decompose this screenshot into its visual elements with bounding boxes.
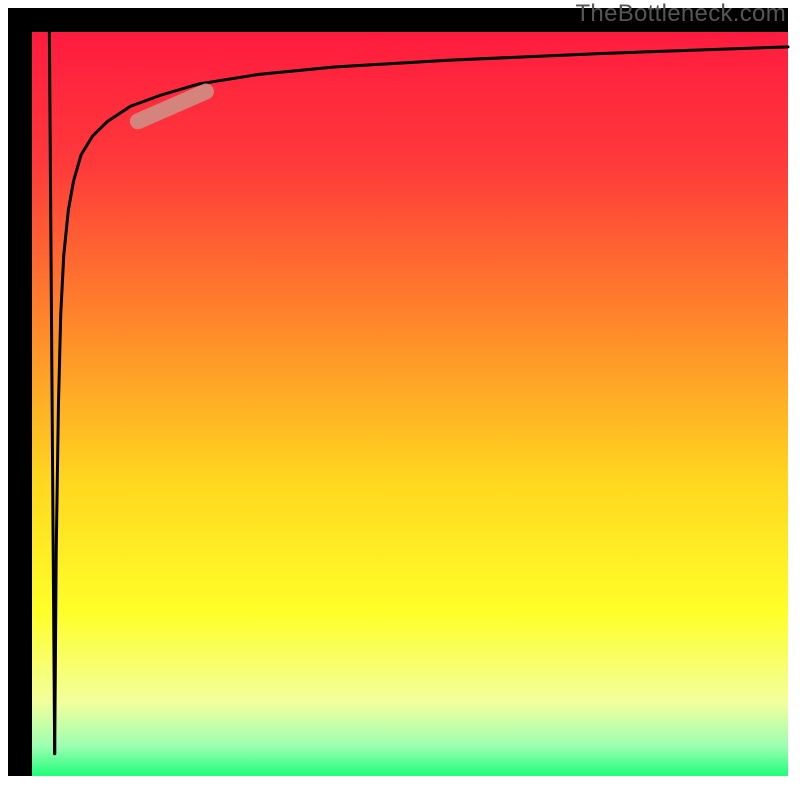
plot-area-gradient-inner xyxy=(32,32,788,776)
chart-container: TheBottleneck.com xyxy=(0,0,800,800)
bottleneck-curve-chart xyxy=(0,0,800,800)
watermark-label: TheBottleneck.com xyxy=(575,0,786,28)
